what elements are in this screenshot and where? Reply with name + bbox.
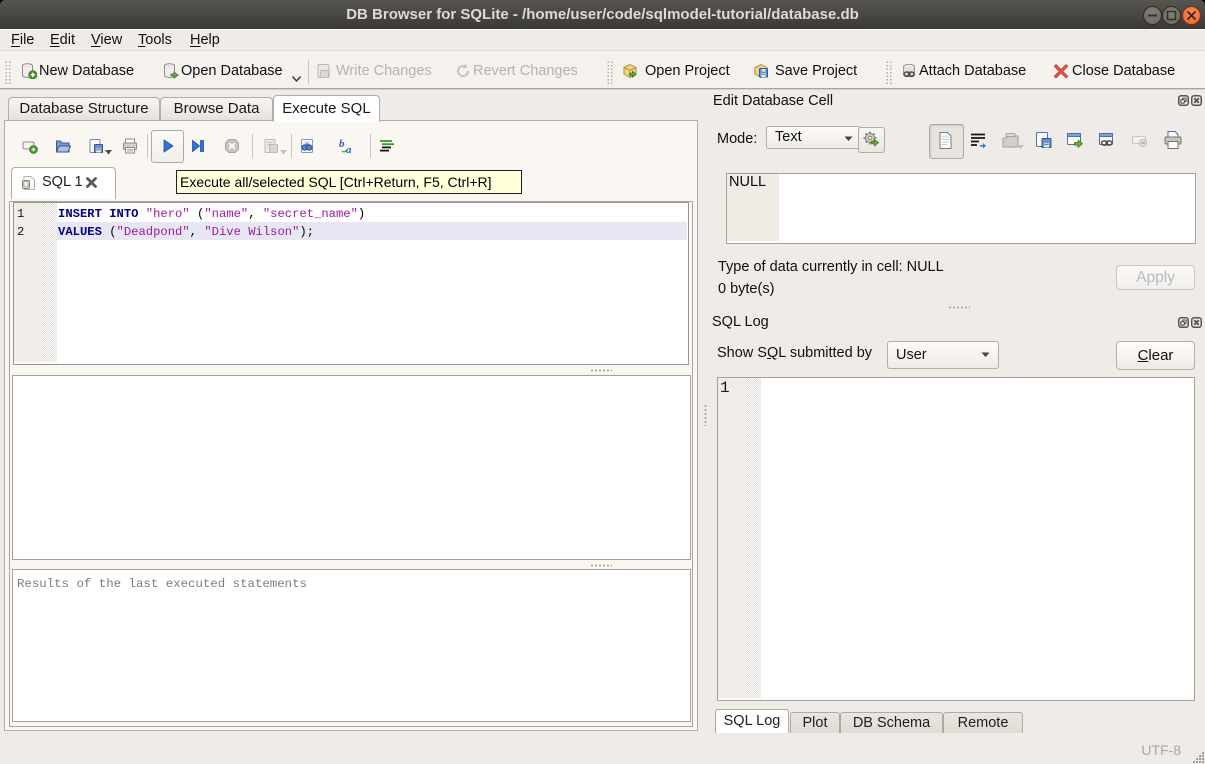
svg-text:b: b <box>339 138 345 150</box>
svg-text:a: a <box>346 144 352 155</box>
